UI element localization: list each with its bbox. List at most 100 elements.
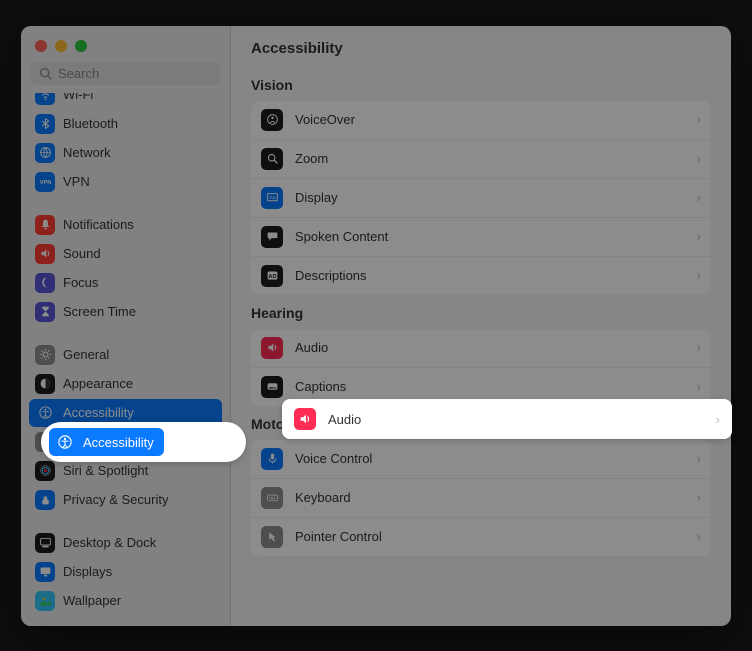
globe-icon (35, 143, 55, 163)
sidebar-item-label: Focus (63, 275, 98, 290)
vpn-icon: VPN (35, 172, 55, 192)
hourglass-icon (35, 302, 55, 322)
sidebar-item-wifi[interactable]: Wi-Fi (29, 93, 222, 109)
bubble-icon (261, 226, 283, 248)
row-voicecontrol[interactable]: Voice Control › (251, 440, 711, 479)
sidebar-item-label: VPN (63, 174, 90, 189)
chevron-right-icon: › (697, 151, 701, 166)
row-label: Captions (295, 379, 685, 394)
sidebar-item-label: Accessibility (83, 435, 154, 450)
sidebar-item-desktop[interactable]: Desktop & Dock (29, 529, 222, 557)
siri-icon (35, 461, 55, 481)
svg-text:Aa: Aa (269, 195, 275, 201)
speaker-icon (35, 244, 55, 264)
section-list: Voice Control › Keyboard› Pointer Control › (251, 440, 711, 556)
section-list: VoiceOver › Zoom › Aa Display › Spoken Content ›… (251, 101, 711, 295)
row-pointer[interactable]: Pointer Control › (251, 518, 711, 556)
sidebar-item-accessibility-highlight[interactable]: Accessibility (41, 422, 246, 462)
chevron-right-icon: › (697, 451, 701, 466)
close-button[interactable] (35, 40, 47, 52)
bt-icon (35, 114, 55, 134)
row-display[interactable]: Aa Display › (251, 179, 711, 218)
zoom-icon (261, 148, 283, 170)
section-title: Vision (251, 77, 711, 93)
access-icon (35, 403, 55, 423)
row-label: Pointer Control (295, 529, 685, 544)
mic-icon (261, 448, 283, 470)
sidebar-item-focus[interactable]: Focus (29, 269, 222, 297)
chevron-right-icon: › (697, 229, 701, 244)
row-label: Spoken Content (295, 229, 685, 244)
sidebar-item-notifications[interactable]: Notifications (29, 211, 222, 239)
sidebar: Wi-Fi Bluetooth Network VPN VPN Notifications… (21, 26, 231, 626)
sidebar-item-label: Network (63, 145, 111, 160)
settings-window: Wi-Fi Bluetooth Network VPN VPN Notifications… (21, 26, 731, 626)
accessibility-icon (55, 432, 75, 452)
row-keyboard[interactable]: Keyboard› (251, 479, 711, 518)
wifi-icon (35, 93, 55, 105)
row-zoom[interactable]: Zoom › (251, 140, 711, 179)
row-label: Audio (328, 412, 704, 427)
minimize-button[interactable] (55, 40, 67, 52)
svg-text:VPN: VPN (39, 180, 51, 186)
dock-icon (35, 533, 55, 553)
chevron-right-icon: › (697, 190, 701, 205)
sidebar-item-sound[interactable]: Sound (29, 240, 222, 268)
content-pane: Accessibility Vision VoiceOver › Zoom › Aa Dis… (231, 26, 731, 626)
sidebar-item-label: Desktop & Dock (63, 535, 156, 550)
row-audio[interactable]: Audio› (251, 329, 711, 368)
sidebar-item-vpn[interactable]: VPN VPN (29, 168, 222, 196)
sidebar-item-wallpaper[interactable]: Wallpaper (29, 587, 222, 615)
content-body[interactable]: VisionVoiceOver›Zoom›AaDisplay›Spoken Co… (231, 67, 731, 626)
row-audio-highlight[interactable]: Audio › (282, 399, 732, 439)
gear-icon (35, 345, 55, 365)
chevron-right-icon: › (697, 379, 701, 394)
chevron-right-icon: › (697, 112, 701, 127)
bell-icon (35, 215, 55, 235)
chevron-right-icon: › (697, 529, 701, 544)
row-label: Voice Control (295, 451, 685, 466)
row-spoken[interactable]: Spoken Content › (251, 218, 711, 257)
sidebar-item-privacy[interactable]: Privacy & Security (29, 486, 222, 514)
sidebar-item-label: Sound (63, 246, 101, 261)
row-voiceover[interactable]: VoiceOver › (251, 101, 711, 140)
chevron-right-icon: › (697, 268, 701, 283)
speaker-icon (294, 408, 316, 430)
sidebar-item-displays[interactable]: Displays (29, 558, 222, 586)
fullscreen-button[interactable] (75, 40, 87, 52)
desc-icon: AD (261, 265, 283, 287)
row-label: Display (295, 190, 685, 205)
moon-icon (35, 273, 55, 293)
sidebar-item-network[interactable]: Network (29, 139, 222, 167)
sidebar-item-label: Screen Time (63, 304, 136, 319)
row-label: VoiceOver (295, 112, 685, 127)
sidebar-item-label: Siri & Spotlight (63, 463, 148, 478)
appearance-icon (35, 374, 55, 394)
sidebar-item-general[interactable]: General (29, 341, 222, 369)
section-list: Audio› Captions › (251, 329, 711, 406)
vo-icon (261, 109, 283, 131)
cap-icon (261, 376, 283, 398)
chevron-right-icon: › (716, 412, 720, 427)
chevron-right-icon: › (697, 340, 701, 355)
search-field[interactable] (31, 62, 220, 85)
sidebar-item-bluetooth[interactable]: Bluetooth (29, 110, 222, 138)
sidebar-list[interactable]: Wi-Fi Bluetooth Network VPN VPN Notifications… (21, 93, 230, 626)
row-descriptions[interactable]: ADDescriptions› (251, 257, 711, 295)
search-input[interactable] (58, 66, 212, 81)
page-title: Accessibility (231, 26, 731, 67)
sidebar-item-label: Bluetooth (63, 116, 118, 131)
ptr-icon (261, 526, 283, 548)
row-label: Keyboard (295, 490, 685, 505)
sidebar-item-label: Notifications (63, 217, 134, 232)
kb-icon (261, 487, 283, 509)
hand-icon (35, 490, 55, 510)
svg-text:AD: AD (268, 274, 276, 280)
traffic-lights (21, 26, 230, 62)
sidebar-item-label: Wi-Fi (63, 93, 93, 103)
row-label: Zoom (295, 151, 685, 166)
sidebar-item-appearance[interactable]: Appearance (29, 370, 222, 398)
disp-icon: Aa (261, 187, 283, 209)
sidebar-item-label: Displays (63, 564, 112, 579)
sidebar-item-screentime[interactable]: Screen Time (29, 298, 222, 326)
